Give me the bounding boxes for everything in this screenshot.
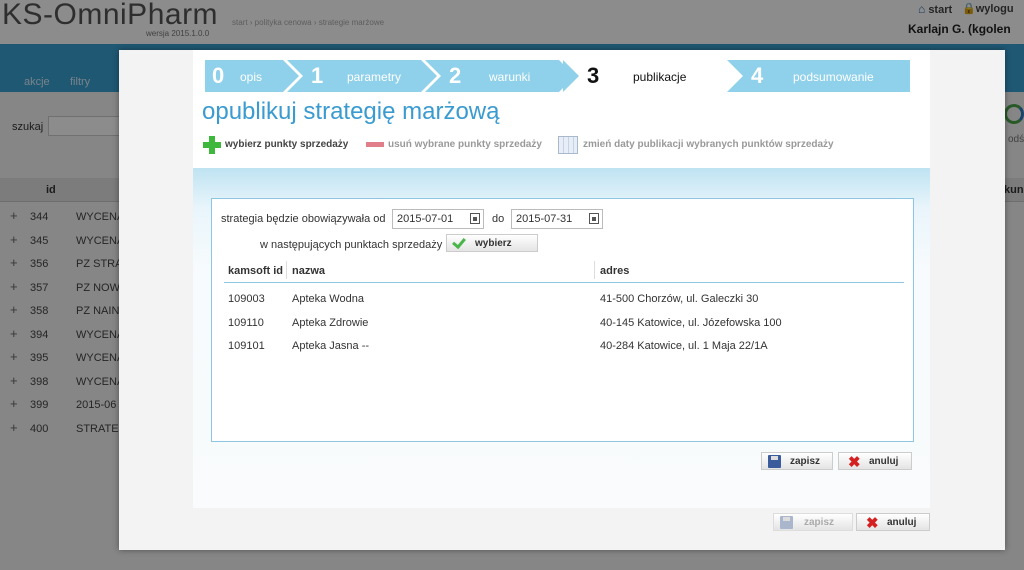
close-icon: ✖ bbox=[848, 454, 861, 471]
valid-to-label: do bbox=[492, 213, 505, 225]
choose-points-label: wybierz bbox=[475, 238, 512, 249]
dialog-content: 0 opis 1 parametry 2 warunki 3 publikacj… bbox=[193, 50, 930, 508]
cancel-label: anuluj bbox=[869, 456, 899, 467]
table-row[interactable]: 109003 Apteka Wodna 41-500 Chorzów, ul. … bbox=[224, 287, 904, 311]
wizard-step-4[interactable]: 4 podsumowanie bbox=[727, 60, 910, 92]
cell-name: Apteka Zdrowie bbox=[292, 317, 369, 329]
cell-address: 40-284 Katowice, ul. 1 Maja 22/1A bbox=[600, 340, 768, 352]
dialog-title: opublikuj strategię marżową bbox=[202, 98, 500, 125]
table-row[interactable]: 109110 Apteka Zdrowie 40-145 Katowice, u… bbox=[224, 311, 904, 335]
step-number: 2 bbox=[449, 63, 462, 88]
valid-from-date-input[interactable]: 2015-07-01 bbox=[392, 209, 484, 229]
outer-save-button[interactable]: zapisz bbox=[773, 513, 853, 531]
valid-from-label: strategia będzie obowiązywała od bbox=[221, 213, 386, 225]
column-address[interactable]: adres bbox=[600, 265, 629, 277]
step-number: 4 bbox=[751, 63, 764, 88]
save-icon bbox=[780, 516, 793, 529]
cell-address: 40-145 Katowice, ul. Józefowska 100 bbox=[600, 317, 782, 329]
step-number: 1 bbox=[311, 63, 324, 88]
calendar-icon[interactable] bbox=[589, 213, 599, 224]
column-kamsoft-id[interactable]: kamsoft id bbox=[228, 265, 283, 277]
valid-to-date-input[interactable]: 2015-07-31 bbox=[511, 209, 603, 229]
cell-name: Apteka Wodna bbox=[292, 293, 364, 305]
save-icon bbox=[768, 455, 781, 468]
step-number: 3 bbox=[587, 63, 600, 88]
cancel-label: anuluj bbox=[887, 517, 917, 528]
calendar-icon[interactable] bbox=[470, 213, 480, 224]
publish-strategy-dialog: 0 opis 1 parametry 2 warunki 3 publikacj… bbox=[119, 50, 1005, 550]
step-label: podsumowanie bbox=[793, 70, 874, 84]
valid-to-value: 2015-07-31 bbox=[516, 213, 573, 225]
publication-form: strategia będzie obowiązywała od 2015-07… bbox=[211, 198, 914, 442]
outer-cancel-button[interactable]: ✖ anuluj bbox=[856, 513, 930, 532]
step-label: publikacje bbox=[633, 70, 687, 84]
cell-name: Apteka Jasna -- bbox=[292, 340, 370, 352]
step-label: opis bbox=[240, 70, 263, 84]
cell-id: 109110 bbox=[228, 317, 264, 329]
wizard-step-3-active[interactable]: 3 publikacje bbox=[563, 60, 739, 92]
valid-from-value: 2015-07-01 bbox=[397, 213, 454, 225]
column-name[interactable]: nazwa bbox=[292, 265, 325, 277]
cell-address: 41-500 Chorzów, ul. Galeczki 30 bbox=[600, 293, 759, 305]
plus-icon bbox=[203, 136, 221, 154]
inner-save-button[interactable]: zapisz bbox=[761, 452, 833, 470]
calendar-icon bbox=[558, 136, 578, 154]
points-table-header: kamsoft id nazwa adres bbox=[224, 257, 904, 283]
step-number: 0 bbox=[212, 63, 225, 88]
checkmark-icon bbox=[452, 234, 466, 250]
save-label: zapisz bbox=[804, 517, 835, 528]
minus-icon bbox=[366, 142, 384, 147]
choose-points-button[interactable]: wybierz bbox=[446, 234, 538, 252]
inner-cancel-button[interactable]: ✖ anuluj bbox=[838, 452, 912, 471]
wizard-steps: 0 opis 1 parametry 2 warunki 3 publikacj… bbox=[205, 60, 910, 92]
select-points-label: wybierz punkty sprzedaży bbox=[225, 139, 349, 150]
points-label: w następujących punktach sprzedaży bbox=[260, 239, 443, 251]
remove-points-label: usuń wybrane punkty sprzedaży bbox=[388, 139, 542, 150]
cell-id: 109003 bbox=[228, 293, 265, 305]
table-row[interactable]: 109101 Apteka Jasna -- 40-284 Katowice, … bbox=[224, 334, 904, 358]
change-dates-label: zmień daty publikacji wybranych punktów … bbox=[583, 139, 834, 150]
publication-panel: strategia będzie obowiązywała od 2015-07… bbox=[193, 168, 930, 508]
wizard-step-1[interactable]: 1 parametry bbox=[287, 60, 437, 92]
step-label: parametry bbox=[347, 70, 402, 84]
wizard-step-0[interactable]: 0 opis bbox=[205, 60, 299, 92]
save-label: zapisz bbox=[790, 456, 821, 467]
cell-id: 109101 bbox=[228, 340, 265, 352]
toolbar: wybierz punkty sprzedaży usuń wybrane pu… bbox=[203, 134, 923, 156]
close-icon: ✖ bbox=[866, 515, 879, 532]
wizard-step-2[interactable]: 2 warunki bbox=[425, 60, 575, 92]
step-label: warunki bbox=[489, 70, 531, 84]
